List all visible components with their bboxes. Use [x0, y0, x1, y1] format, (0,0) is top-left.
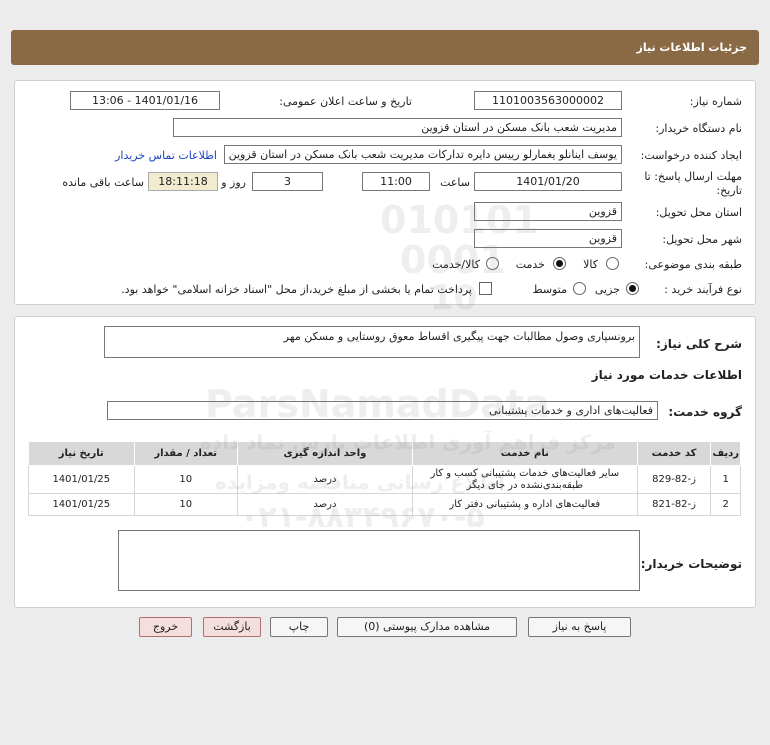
col-header-service-code: کد خدمت — [636, 441, 712, 466]
cell-row-number: 2 — [710, 493, 741, 516]
cell-service-code: ز-82-829 — [636, 465, 712, 494]
category-goods-service-label: کالا/خدمت — [432, 258, 480, 271]
cell-row-number: 1 — [710, 465, 741, 494]
cell-need-date: 1401/01/25 — [28, 493, 135, 516]
cell-service-name: سایر فعالیت‌های خدمات پشتیبانی کسب و کار… — [411, 465, 638, 494]
need-number-label: شماره نیاز: — [689, 95, 742, 108]
process-medium-radio[interactable] — [573, 282, 586, 295]
col-header-quantity: تعداد / مقدار — [133, 441, 238, 466]
table-row: 1 ز-82-829 سایر فعالیت‌های خدمات پشتیبان… — [28, 465, 741, 494]
page-title: جزئیات اطلاعات نیاز — [636, 41, 748, 54]
summary-label: شرح کلی نیاز: — [656, 337, 742, 351]
cell-service-name: فعالیت‌های اداره و پشتیبانی دفتر کار — [411, 493, 638, 516]
reply-button[interactable]: پاسخ به نیاز — [528, 617, 631, 637]
category-label: طبقه بندی موضوعی: — [644, 258, 742, 271]
process-label: نوع فرآیند خرید : — [664, 283, 742, 296]
print-button[interactable]: چاپ — [270, 617, 328, 637]
treasury-payment-note: پرداخت تمام یا بخشی از مبلغ خرید،از محل … — [121, 283, 472, 296]
buyer-org-field: مدیریت شعب بانک مسکن در استان قزوین — [173, 118, 622, 137]
days-label: روز و — [221, 176, 246, 189]
buyer-org-label: نام دستگاه خریدار: — [655, 122, 742, 135]
category-goods-service-radio[interactable] — [486, 257, 499, 270]
cell-quantity: 10 — [133, 493, 238, 516]
cell-quantity: 10 — [133, 465, 238, 494]
announce-label: تاریخ و ساعت اعلان عمومی: — [279, 95, 412, 108]
service-group-label: گروه خدمت: — [668, 405, 742, 419]
col-header-service-name: نام خدمت — [411, 441, 638, 466]
process-minor-label: جزیی — [594, 283, 620, 296]
deadline-label-date: تاریخ: — [716, 184, 742, 197]
services-heading: اطلاعات خدمات مورد نیاز — [591, 368, 742, 382]
city-label: شهر محل تحویل: — [662, 233, 742, 246]
requester-field: یوسف اینانلو یغمارلو رییس دایره تدارکات … — [224, 145, 622, 164]
cell-need-date: 1401/01/25 — [28, 465, 135, 494]
services-table: ردیف کد خدمت نام خدمت واحد اندازه گیری ت… — [28, 441, 741, 516]
province-label: استان محل تحویل: — [655, 206, 742, 219]
province-field: قزوین — [474, 202, 622, 221]
category-goods-label: کالا — [583, 258, 598, 271]
announce-datetime-field: 1401/01/16 - 13:06 — [70, 91, 220, 110]
need-info-panel — [14, 80, 756, 305]
col-header-need-date: تاریخ نیاز — [28, 441, 135, 466]
city-field: قزوین — [474, 229, 622, 248]
deadline-time-field: 11:00 — [362, 172, 430, 191]
deadline-date-field: 1401/01/20 — [474, 172, 622, 191]
buyer-notes-field — [118, 530, 640, 591]
deadline-label: مهلت ارسال پاسخ: تا — [644, 170, 742, 183]
page-header: جزئیات اطلاعات نیاز — [11, 30, 759, 65]
requester-label: ایجاد کننده درخواست: — [640, 149, 742, 162]
days-remaining-field: 3 — [252, 172, 323, 191]
buyer-notes-label: توضیحات خریدار: — [640, 557, 742, 571]
table-row: 2 ز-82-821 فعالیت‌های اداره و پشتیبانی د… — [28, 493, 741, 516]
table-header-row: ردیف کد خدمت نام خدمت واحد اندازه گیری ت… — [28, 441, 741, 466]
back-button[interactable]: بازگشت — [203, 617, 261, 637]
need-number-field: 1101003563000002 — [474, 91, 622, 110]
category-service-label: خدمت — [515, 258, 545, 271]
remaining-time-field: 18:11:18 — [148, 172, 218, 191]
exit-button[interactable]: خروج — [139, 617, 192, 637]
service-group-field: فعالیت‌های اداری و خدمات پشتیبانی — [107, 401, 658, 420]
category-service-radio[interactable] — [553, 257, 566, 270]
cell-unit: درصد — [236, 493, 413, 516]
category-goods-radio[interactable] — [606, 257, 619, 270]
view-attachments-button[interactable]: مشاهده مدارک پیوستی (0) — [337, 617, 517, 637]
summary-field: برونسپاری وصول مطالبات جهت پیگیری اقساط … — [104, 326, 640, 358]
treasury-payment-checkbox[interactable] — [479, 282, 492, 295]
contact-info-link[interactable]: اطلاعات تماس خریدار — [115, 149, 217, 162]
remaining-time-label: ساعت باقی مانده — [62, 176, 144, 189]
process-minor-radio[interactable] — [626, 282, 639, 295]
cell-service-code: ز-82-821 — [636, 493, 712, 516]
col-header-unit: واحد اندازه گیری — [236, 441, 413, 466]
deadline-time-label: ساعت — [440, 176, 470, 189]
cell-unit: درصد — [236, 465, 413, 494]
process-medium-label: متوسط — [532, 283, 567, 296]
col-header-row-number: ردیف — [710, 441, 741, 466]
